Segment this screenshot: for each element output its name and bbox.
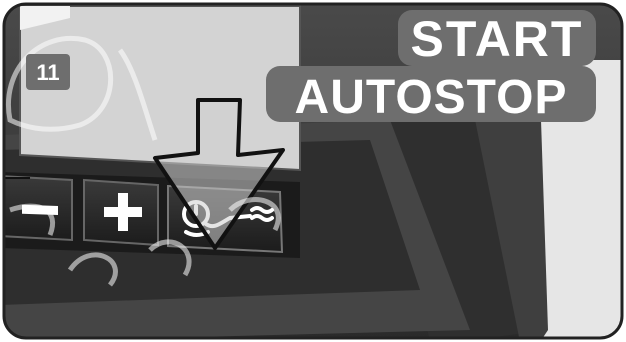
plus-key[interactable] (83, 178, 159, 247)
title-line-1: START (411, 11, 584, 67)
instruction-figure: 11 START AUTOSTOP (0, 0, 626, 342)
title-autostop-label: AUTOSTOP (266, 66, 596, 124)
step-badge: 11 (26, 54, 70, 90)
title-start-label: START (398, 10, 596, 67)
title-line-2: AUTOSTOP (295, 71, 568, 124)
step-number: 11 (36, 60, 59, 85)
